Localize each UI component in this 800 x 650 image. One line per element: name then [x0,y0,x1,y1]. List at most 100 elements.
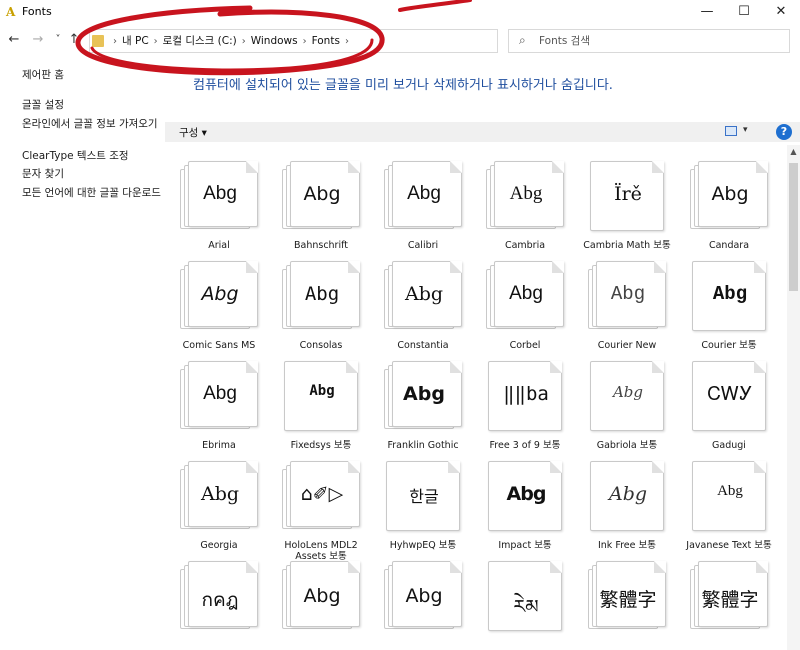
font-tile[interactable]: Ïrě Cambria Math 보통 [576,153,678,253]
font-sample-text: ‖‖ba [503,383,549,405]
font-sample-text: Abg [303,585,341,607]
font-sample-text: Abg [200,483,240,505]
font-name-label: Ink Free 보통 [597,540,656,551]
get-font-info-online-link[interactable]: 온라인에서 글꼴 정보 가져오기 [22,118,162,131]
forward-button[interactable]: → [30,32,46,48]
control-panel-home-link[interactable]: 제어판 홈 [22,69,162,82]
font-sample-text: རེམ [513,596,539,618]
breadcrumb-item-my-pc[interactable]: 내 PC [122,35,149,47]
find-character-link[interactable]: 문자 찾기 [22,168,162,181]
breadcrumb-separator: › [302,36,307,47]
organize-button[interactable]: 구성 ▾ [179,125,207,140]
font-tile[interactable]: Abg Ebrima [168,353,270,453]
page-fold-corner [550,461,562,473]
search-input[interactable]: ⌕ Fonts 검색 [508,29,790,53]
font-tile[interactable]: Abg Ink Free 보통 [576,453,678,553]
font-tile[interactable]: Abg Arial [168,153,270,253]
page-fold-corner [246,461,258,473]
close-button[interactable]: ✕ [762,0,800,24]
font-tile[interactable]: Abg [270,553,372,650]
font-tile[interactable]: 繁體字 [576,553,678,650]
font-tile[interactable]: กคฎ [168,553,270,650]
font-tile[interactable]: Abg Consolas [270,253,372,353]
font-sample-text: ᏟᎳᎩ [707,383,753,405]
font-sample-text: Abg [404,283,444,305]
page-fold-corner [246,361,258,373]
font-tile[interactable]: Abg Georgia [168,453,270,553]
page-fold-corner [652,361,664,373]
breadcrumb-separator: › [241,36,246,47]
page-fold-corner [550,361,562,373]
breadcrumb-separator: › [153,36,158,47]
font-tile[interactable]: རེམ [474,553,576,650]
page-fold-corner [756,561,768,573]
font-tile[interactable]: Abg [372,553,474,650]
left-task-pane: 제어판 홈 글꼴 설정 온라인에서 글꼴 정보 가져오기 ClearType 텍… [0,56,165,650]
font-grid: Abg Arial Abg Bahnschrift Abg Calibri Abg Cambr… [168,145,784,650]
page-fold-corner [348,161,360,173]
font-tile[interactable]: Abg Javanese Text 보통 [678,453,780,553]
font-tile[interactable]: Abg Constantia [372,253,474,353]
font-sample-text: กคฎ [201,589,239,611]
font-sample-text: Abg [717,483,743,499]
font-tile[interactable]: Abg Courier 보통 [678,253,780,353]
font-sample-text: 繁體字 [701,589,759,611]
font-tile[interactable]: ‖‖ba Free 3 of 9 보통 [474,353,576,453]
font-tile[interactable]: Abg Cambria [474,153,576,253]
download-all-languages-fonts-link[interactable]: 모든 언어에 대한 글꼴 다운로드 [22,187,162,200]
font-tile[interactable]: Abg Calibri [372,153,474,253]
font-name-label: Georgia [200,540,238,551]
font-name-label: Fixedsys 보통 [290,440,352,451]
breadcrumb-item-windows[interactable]: Windows [251,35,298,47]
page-fold-corner [652,161,664,173]
page-fold-corner [450,561,462,573]
font-name-label: Courier 보통 [701,340,757,351]
address-bar[interactable]: ›내 PC›로컬 디스크 (C:)›Windows›Fonts› ˅ ↻ [89,29,581,53]
breadcrumb-item-fonts[interactable]: Fonts [312,35,340,47]
font-tile[interactable]: Abg Corbel [474,253,576,353]
page-description: 컴퓨터에 설치되어 있는 글꼴을 미리 보거나 삭제하거나 표시하거나 숨깁니다… [193,78,613,93]
font-tile[interactable]: 繁體字 [678,553,780,650]
scroll-up-arrow-icon[interactable]: ▲ [787,147,800,156]
page-fold-corner [448,461,460,473]
font-tile[interactable]: Abg Bahnschrift [270,153,372,253]
vertical-scrollbar[interactable]: ▲ [787,145,800,650]
font-tile[interactable]: Abg Candara [678,153,780,253]
font-name-label: Franklin Gothic [387,440,459,451]
view-options-icon[interactable] [725,126,737,136]
font-tile[interactable]: ᏟᎳᎩ Gadugi [678,353,780,453]
font-tile[interactable]: Abg Courier New [576,253,678,353]
font-tile[interactable]: Abg Gabriola 보통 [576,353,678,453]
back-button[interactable]: ← [6,32,22,48]
font-sample-text: Abg [303,183,341,205]
font-tile[interactable]: Abg Impact 보통 [474,453,576,553]
font-tile[interactable]: 한글 HyhwpEQ 보통 [372,453,474,553]
page-fold-corner [754,261,766,273]
page-fold-corner [754,361,766,373]
font-tile[interactable]: ⌂✐▷ HoloLens MDL2 Assets 보통 [270,453,372,562]
font-sample-text: Abg [711,183,749,205]
help-icon[interactable]: ? [776,124,792,140]
font-tile[interactable]: Abg Fixedsys 보통 [270,353,372,453]
font-settings-link[interactable]: 글꼴 설정 [22,99,162,112]
page-fold-corner [756,161,768,173]
minimize-button[interactable]: — [688,0,726,24]
view-dropdown-button[interactable]: ▾ [743,125,748,135]
font-tile[interactable]: Abg Comic Sans MS [168,253,270,353]
recent-locations-button[interactable]: ˅ [50,32,66,48]
up-button[interactable]: ↑ [66,32,82,48]
command-bar: 구성 ▾ ▾ ? [165,122,800,142]
scroll-thumb[interactable] [789,163,798,291]
breadcrumb: › 내 PC › 로컬 디스크 (C:) › Windows › Fonts › [108,30,354,52]
maximize-button[interactable]: ☐ [725,0,763,24]
font-name-label: Comic Sans MS [182,340,256,351]
cleartype-tuner-link[interactable]: ClearType 텍스트 조정 [22,150,162,163]
font-name-label: Courier New [597,340,657,351]
font-name-label: Cambria [504,240,546,251]
page-fold-corner [348,561,360,573]
breadcrumb-item-local-disk[interactable]: 로컬 디스크 (C:) [163,35,237,47]
fonts-app-icon: A [6,5,16,19]
font-name-label: Bahnschrift [293,240,349,251]
breadcrumb-separator[interactable]: › [345,36,349,47]
font-tile[interactable]: Abg Franklin Gothic [372,353,474,453]
